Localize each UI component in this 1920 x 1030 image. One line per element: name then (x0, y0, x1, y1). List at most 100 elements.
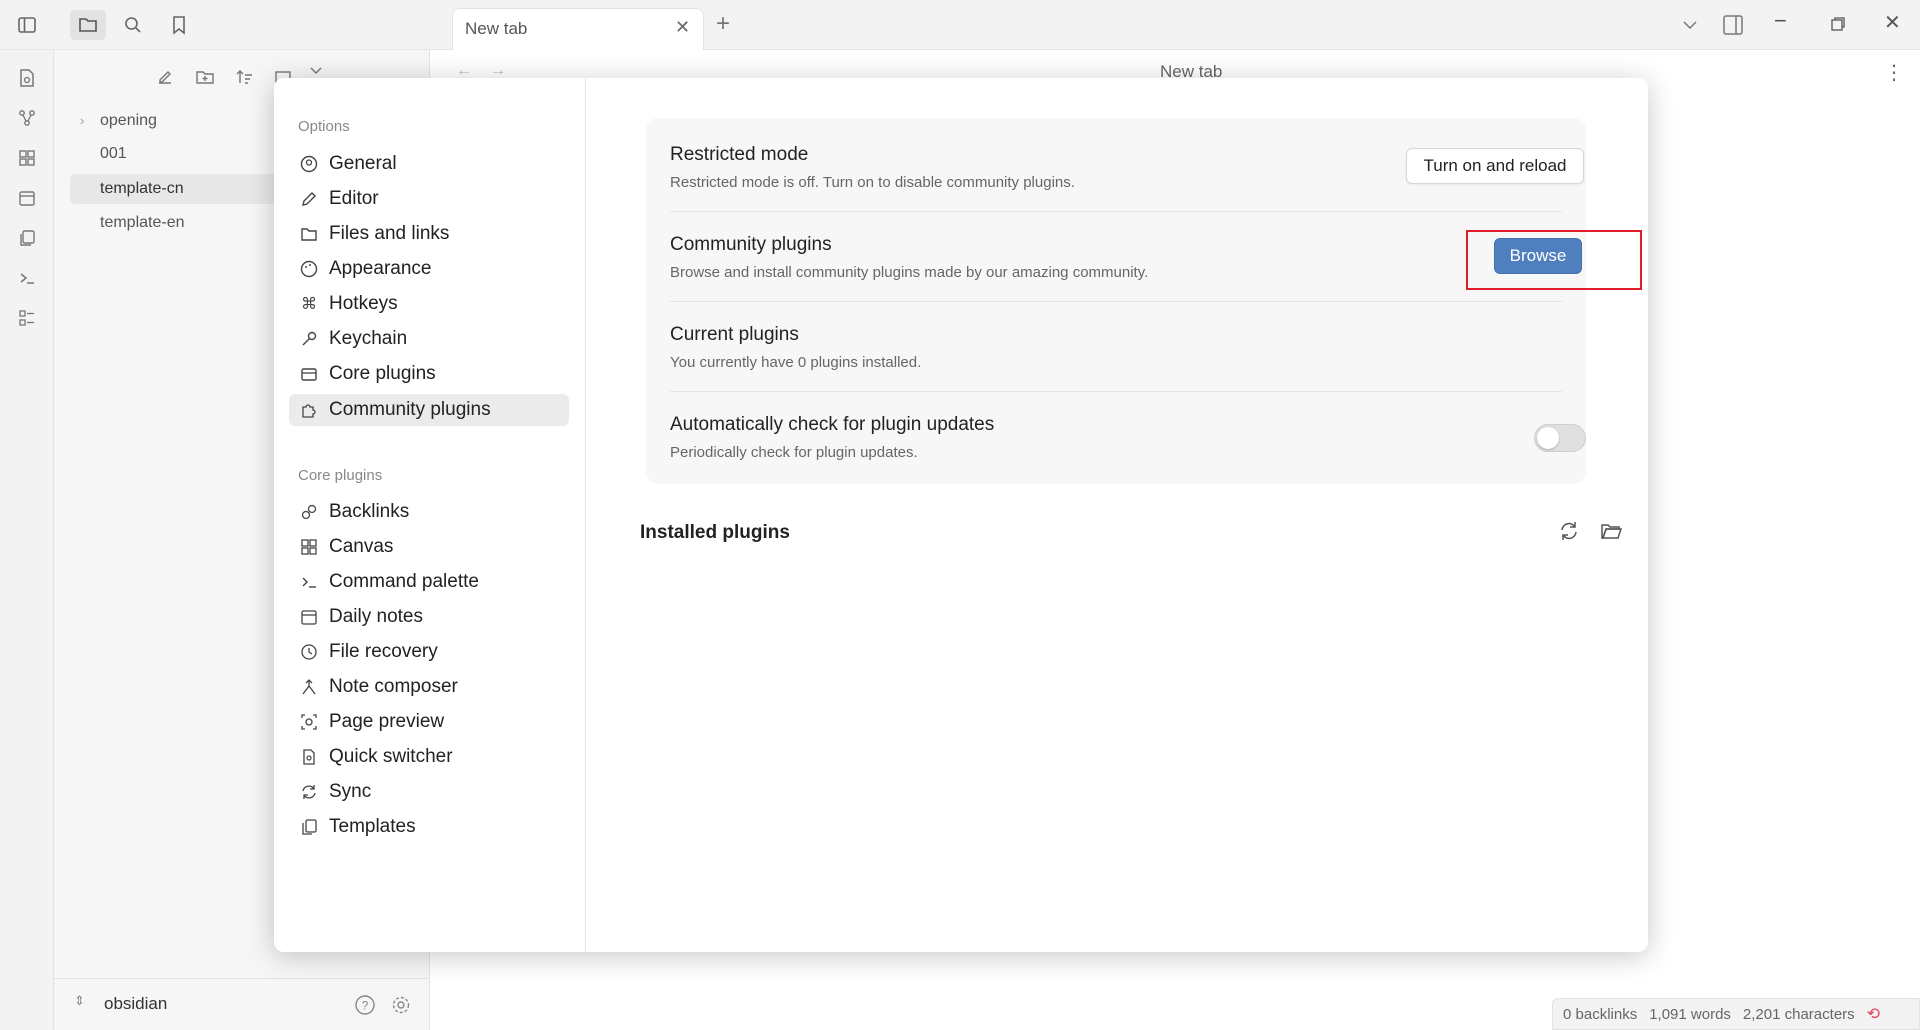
nav-files-and-links[interactable]: Files and links (289, 218, 569, 250)
nav-appearance[interactable]: Appearance (289, 253, 569, 285)
tab-new-tab[interactable]: New tab ✕ (452, 8, 704, 50)
setting-description: You currently have 0 plugins installed. (670, 354, 922, 371)
options-header: Options (298, 118, 350, 135)
eye-scan-icon (299, 712, 319, 732)
calendar-icon (299, 607, 319, 627)
file-search-icon (299, 747, 319, 767)
files-icon[interactable] (70, 10, 106, 40)
setting-description: Browse and install community plugins mad… (670, 264, 1149, 281)
nav-page-preview[interactable]: Page preview (289, 706, 569, 738)
setting-current-plugins: Current plugins You currently have 0 plu… (670, 302, 1562, 392)
right-sidebar-icon[interactable] (1722, 14, 1744, 41)
box-icon (299, 364, 319, 384)
new-tab-plus-icon[interactable]: + (716, 10, 730, 38)
community-settings-card: Restricted mode Restricted mode is off. … (646, 118, 1586, 484)
status-words: 1,091 words (1649, 1005, 1731, 1023)
left-topbar (0, 0, 430, 50)
calendar-icon[interactable] (13, 184, 41, 212)
highlight-box (1466, 230, 1642, 290)
terminal-icon (299, 572, 319, 592)
core-plugins-header: Core plugins (298, 467, 383, 484)
copy-icon (299, 817, 319, 837)
sync-icon (299, 782, 319, 802)
toggle-knob (1537, 427, 1559, 449)
nav-daily-notes[interactable]: Daily notes (289, 601, 569, 633)
search-icon[interactable] (118, 10, 148, 40)
minimize-icon[interactable]: − (1774, 8, 1787, 34)
nav-backlinks[interactable]: Backlinks (289, 496, 569, 528)
tree-folder-opening[interactable]: › opening (70, 106, 270, 136)
setting-title: Community plugins (670, 234, 832, 255)
nav-sync[interactable]: Sync (289, 776, 569, 808)
settings-content: Restricted mode Restricted mode is off. … (586, 78, 1648, 952)
svg-text:?: ? (362, 999, 369, 1013)
status-characters: 2,201 characters (1742, 1005, 1855, 1023)
turn-on-and-reload-button[interactable]: Turn on and reload (1406, 148, 1584, 184)
links-icon (299, 502, 319, 522)
nav-editor[interactable]: Editor (289, 183, 569, 215)
window-close-icon[interactable]: ✕ (1884, 10, 1901, 35)
setting-restricted-mode: Restricted mode Restricted mode is off. … (670, 118, 1584, 212)
sort-icon[interactable] (230, 62, 260, 92)
folder-cog-icon (299, 224, 319, 244)
user-circle-icon (299, 154, 319, 174)
setting-description: Restricted mode is off. Turn on to disab… (670, 174, 1075, 191)
tab-close-icon[interactable]: ✕ (675, 17, 690, 38)
command-icon: ⌘ (301, 296, 317, 313)
ribbon (0, 50, 54, 1030)
nav-canvas[interactable]: Canvas (289, 531, 569, 563)
settings-modal: Options General Editor Files and links A… (274, 78, 1648, 952)
grid-icon (299, 537, 319, 557)
open-plugins-folder-icon[interactable] (1596, 516, 1626, 546)
status-backlinks[interactable]: 0 backlinks (1563, 1006, 1637, 1023)
settings-gear-icon[interactable] (386, 990, 416, 1020)
tree-file[interactable]: template-en (70, 208, 270, 238)
help-icon[interactable]: ? (350, 990, 380, 1020)
nav-general[interactable]: General (289, 148, 569, 180)
pencil-icon (299, 189, 319, 209)
chevron-right-icon: › (80, 113, 85, 128)
new-note-icon[interactable] (150, 62, 180, 92)
bookmark-icon[interactable] (164, 10, 194, 40)
copy-icon[interactable] (13, 224, 41, 252)
new-folder-icon[interactable] (190, 62, 220, 92)
setting-community-plugins: Community plugins Browse and install com… (670, 212, 1582, 302)
sidebar-toggle-icon[interactable] (12, 10, 42, 40)
status-bar: 0 backlinks 1,091 words 2,201 characters… (1552, 998, 1920, 1030)
setting-title: Restricted mode (670, 144, 809, 165)
installed-plugins-heading: Installed plugins (640, 522, 790, 543)
tree-file[interactable]: 001 (70, 139, 270, 169)
key-icon (299, 329, 319, 349)
nav-hotkeys[interactable]: ⌘ Hotkeys (289, 288, 569, 320)
vault-name[interactable]: obsidian (104, 994, 167, 1014)
terminal-icon[interactable] (13, 264, 41, 292)
vault-bar: ⇕ obsidian ? (54, 978, 430, 1030)
palette-icon (299, 259, 319, 279)
canvas-icon[interactable] (13, 144, 41, 172)
nav-quick-switcher[interactable]: Quick switcher (289, 741, 569, 773)
nav-keychain[interactable]: Keychain (289, 323, 569, 355)
setting-title: Automatically check for plugin updates (670, 414, 995, 435)
nav-command-palette[interactable]: Command palette (289, 566, 569, 598)
restore-icon[interactable] (1830, 16, 1846, 37)
puzzle-icon (299, 400, 319, 420)
auto-update-toggle[interactable] (1534, 424, 1586, 452)
nav-note-composer[interactable]: Note composer (289, 671, 569, 703)
tree-file-active[interactable]: template-cn (70, 174, 290, 204)
nav-community-plugins[interactable]: Community plugins (289, 394, 569, 426)
merge-icon (299, 677, 319, 697)
setting-auto-check-updates: Automatically check for plugin updates P… (670, 392, 1586, 484)
nav-core-plugins[interactable]: Core plugins (289, 358, 569, 390)
vault-switcher-icon[interactable]: ⇕ (74, 993, 85, 1009)
more-options-icon[interactable]: ⋮ (1884, 60, 1904, 85)
graph-icon[interactable] (13, 104, 41, 132)
nav-templates[interactable]: Templates (289, 811, 569, 843)
file-icon[interactable] (13, 64, 41, 92)
nav-file-recovery[interactable]: File recovery (289, 636, 569, 668)
setting-description: Periodically check for plugin updates. (670, 444, 918, 461)
sync-off-icon[interactable]: ⟲ (1867, 1004, 1880, 1024)
list-icon[interactable] (13, 304, 41, 332)
settings-nav: Options General Editor Files and links A… (274, 78, 586, 952)
reload-plugins-icon[interactable] (1554, 516, 1584, 546)
tab-list-chevron-icon[interactable] (1680, 10, 1700, 45)
